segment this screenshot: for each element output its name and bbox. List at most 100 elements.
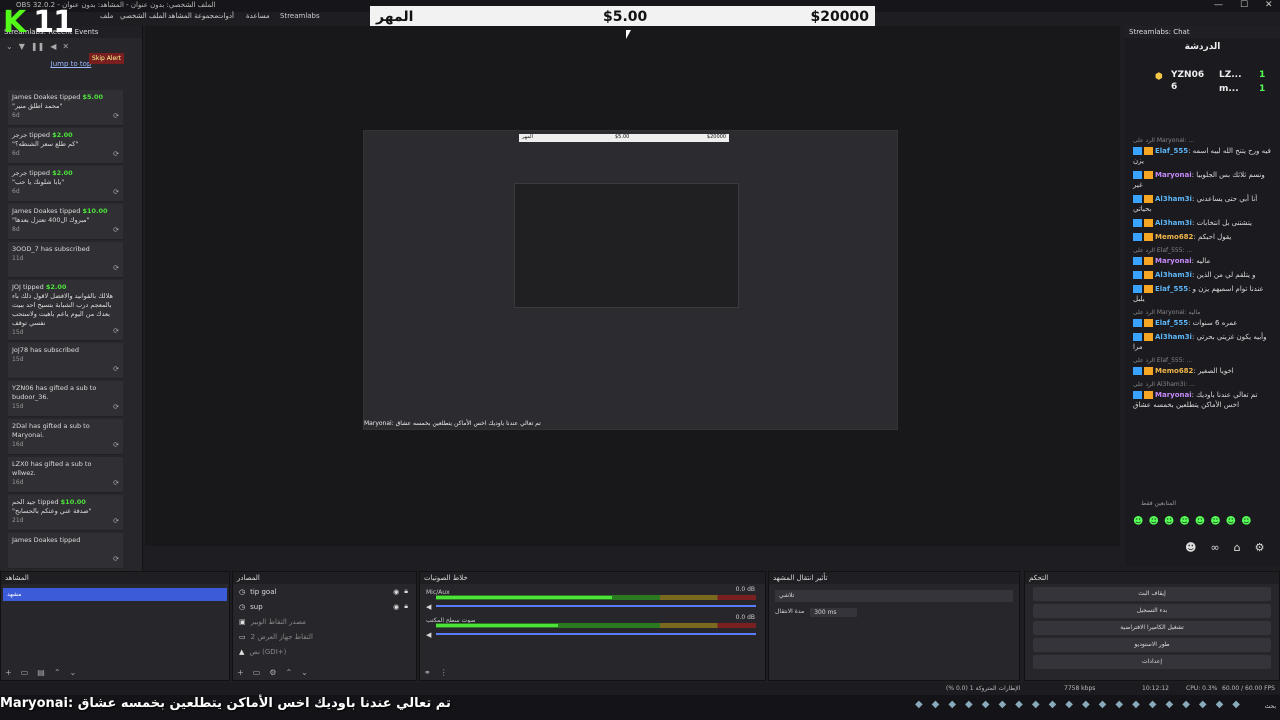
source-item[interactable]: ▣ مصدر التقاط الويبر <box>233 614 416 629</box>
emote-icon[interactable]: ☻ <box>1179 516 1189 527</box>
close-button[interactable]: ✕ <box>1265 0 1273 10</box>
replay-icon[interactable]: ⟳ <box>113 403 119 412</box>
replay-icon[interactable]: ⟳ <box>113 479 119 488</box>
chat-username[interactable]: Al3ham3i <box>1155 271 1192 279</box>
chat-username[interactable]: Al3ham3i <box>1155 333 1192 341</box>
chat-username[interactable]: Elaf_555 <box>1155 285 1188 293</box>
emote-icon[interactable]: ☻ <box>1241 516 1251 527</box>
emote-icon[interactable]: ☻ <box>1148 516 1158 527</box>
speaker-icon[interactable]: ◀ <box>426 631 431 639</box>
replay-icon[interactable]: ⟳ <box>113 150 119 159</box>
replay-icon[interactable]: ⟳ <box>113 327 119 336</box>
chat-username[interactable]: Maryonai <box>1155 171 1192 179</box>
emoji-icon[interactable]: ☻ <box>1185 541 1196 554</box>
replay-icon[interactable]: ⟳ <box>113 555 119 564</box>
settings-icon[interactable]: ⚙ <box>1255 541 1265 554</box>
eye-icon[interactable]: ◉ <box>393 603 399 611</box>
start-recording-button[interactable]: بدء التسجيل <box>1033 604 1271 618</box>
app-icon[interactable]: ◆ <box>1015 699 1023 710</box>
gift-icon[interactable]: ⌂ <box>1234 541 1241 554</box>
replay-icon[interactable]: ⟳ <box>113 441 119 450</box>
volume-icon[interactable]: ◀ <box>50 42 56 51</box>
add-icon[interactable]: + <box>237 668 244 677</box>
emote-icon[interactable]: ☻ <box>1133 516 1143 527</box>
app-icon[interactable]: ◆ <box>1099 699 1107 710</box>
app-icon[interactable]: ◆ <box>965 699 973 710</box>
chat-username[interactable]: Al3ham3i <box>1155 195 1192 203</box>
virtual-camera-button[interactable]: تشغيل الكاميرا الافتراضية <box>1033 621 1271 635</box>
app-icon[interactable]: ◆ <box>1216 699 1224 710</box>
emote-icon[interactable]: ☻ <box>1210 516 1220 527</box>
menu-profile[interactable]: الملف الشخصي <box>120 12 167 20</box>
duration-input[interactable]: 300 ms <box>810 608 857 617</box>
menu-icon[interactable]: ⋮ <box>440 668 448 677</box>
add-icon[interactable]: + <box>5 668 12 677</box>
pause-icon[interactable]: ❚❚ <box>31 42 44 51</box>
replay-icon[interactable]: ⟳ <box>113 517 119 526</box>
down-icon[interactable]: ⌄ <box>301 668 308 677</box>
minimize-button[interactable]: — <box>1214 0 1223 10</box>
lock-icon[interactable]: 🔒︎ <box>404 602 408 611</box>
chat-username[interactable]: Elaf_555 <box>1155 319 1188 327</box>
chat-username[interactable]: Elaf_555 <box>1155 147 1188 155</box>
speaker-icon[interactable]: ◀ <box>426 603 431 611</box>
emote-icon[interactable]: ☻ <box>1164 516 1174 527</box>
emote-icon[interactable]: ☻ <box>1226 516 1236 527</box>
app-icon[interactable]: ◆ <box>1165 699 1173 710</box>
app-icon[interactable]: ◆ <box>1199 699 1207 710</box>
chat-username[interactable]: Maryonai <box>1155 391 1192 399</box>
gear-icon[interactable]: ⚙ <box>269 668 276 677</box>
app-icon[interactable]: ◆ <box>1115 699 1123 710</box>
trash-icon[interactable]: ▭ <box>21 668 29 677</box>
menu-tools[interactable]: أدوات <box>217 12 234 20</box>
emote-icon[interactable]: ☻ <box>1195 516 1205 527</box>
replay-icon[interactable]: ⟳ <box>113 112 119 121</box>
skip-alert-button[interactable]: Skip Alert <box>89 53 124 64</box>
app-icon[interactable]: ◆ <box>948 699 956 710</box>
replay-icon[interactable]: ⟳ <box>113 365 119 374</box>
eye-icon[interactable]: ◉ <box>393 588 399 596</box>
lock-icon[interactable]: 🔒︎ <box>404 587 408 596</box>
replay-icon[interactable]: ⟳ <box>113 188 119 197</box>
chat-username[interactable]: Memo682 <box>1155 367 1193 375</box>
down-icon[interactable]: ⌄ <box>70 668 77 677</box>
app-icon[interactable]: ◆ <box>1132 699 1140 710</box>
mute-icon[interactable]: ✕ <box>62 42 69 51</box>
app-icon[interactable]: ◆ <box>1032 699 1040 710</box>
stop-streaming-button[interactable]: إيقاف البث <box>1033 587 1271 601</box>
source-item[interactable]: ◷ tip goal ◉ 🔒︎ <box>233 584 416 599</box>
app-icon[interactable]: ◆ <box>998 699 1006 710</box>
app-icon[interactable]: ◆ <box>1065 699 1073 710</box>
source-item[interactable]: ◷ sup ◉ 🔒︎ <box>233 599 416 614</box>
scene-item-selected[interactable]: مشهد <box>3 588 227 601</box>
app-icon[interactable]: ◆ <box>1232 699 1240 710</box>
studio-mode-button[interactable]: طور الاستوديو <box>1033 638 1271 652</box>
replay-icon[interactable]: ⟳ <box>113 226 119 235</box>
filter-icon[interactable]: ▤ <box>37 668 45 677</box>
app-icon[interactable]: ◆ <box>1049 699 1057 710</box>
trash-icon[interactable]: ▭ <box>253 668 261 677</box>
app-icon[interactable]: ◆ <box>1149 699 1157 710</box>
infinity-icon[interactable]: ∞ <box>1210 541 1219 554</box>
menu-scene-collection[interactable]: مجموعة المشاهد <box>168 12 218 20</box>
filter-icon[interactable]: ▼ <box>19 42 25 51</box>
source-item[interactable]: ▲ نص (GDI+) <box>233 644 416 659</box>
source-item[interactable]: ▭ التقاط جهاز العرض 2 <box>233 629 416 644</box>
app-icon[interactable]: ◆ <box>1082 699 1090 710</box>
volume-slider[interactable] <box>436 633 756 635</box>
menu-help[interactable]: مساعدة <box>246 12 270 20</box>
replay-icon[interactable]: ⟳ <box>113 264 119 273</box>
chat-username[interactable]: Al3ham3i <box>1155 219 1192 227</box>
volume-slider[interactable] <box>436 605 756 607</box>
menu-file[interactable]: ملف <box>100 12 113 20</box>
app-icon[interactable]: ◆ <box>932 699 940 710</box>
taskbar-search[interactable]: بحث <box>1265 703 1276 710</box>
app-icon[interactable]: ◆ <box>1182 699 1190 710</box>
up-icon[interactable]: ⌃ <box>285 668 292 677</box>
chat-username[interactable]: Memo682 <box>1155 233 1193 241</box>
app-icon[interactable]: ◆ <box>915 699 923 710</box>
settings-button[interactable]: إعدادات <box>1033 655 1271 669</box>
app-icon[interactable]: ◆ <box>982 699 990 710</box>
transition-select[interactable]: تلاشي <box>775 590 1013 602</box>
chevron-down-icon[interactable]: ⌄ <box>6 42 13 51</box>
